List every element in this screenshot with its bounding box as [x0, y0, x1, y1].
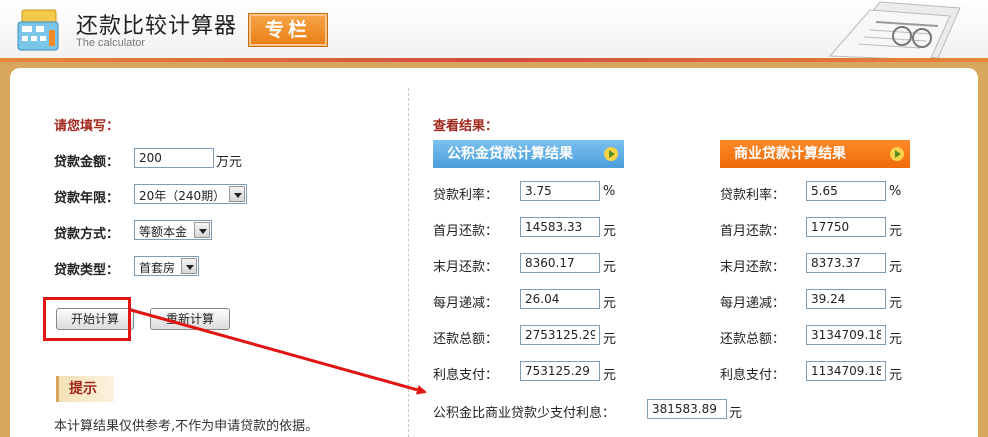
- chevron-down-icon[interactable]: [229, 186, 245, 202]
- gjj-row-unit: 元: [603, 332, 617, 347]
- gjj-row-label: 末月还款：: [433, 260, 499, 275]
- chevron-down-icon[interactable]: [181, 258, 197, 274]
- sy-row-label: 首月还款：: [720, 224, 786, 239]
- gjj-row-value[interactable]: [520, 361, 600, 381]
- compare-label: 公积金比商业贷款少支付利息：: [433, 406, 616, 421]
- newspaper-icon: [828, 1, 961, 60]
- column-badge[interactable]: 专栏: [248, 13, 328, 47]
- sy-row-unit: 元: [889, 368, 903, 383]
- sy-result-title: 商业贷款计算结果: [734, 146, 846, 162]
- gjj-row-value[interactable]: [520, 289, 600, 309]
- gjj-row-unit: %: [603, 184, 616, 199]
- sy-row-unit: 元: [889, 224, 903, 239]
- results-section-title: 查看结果：: [433, 119, 499, 134]
- calculator-icon: [17, 9, 59, 51]
- chevron-down-icon[interactable]: [194, 222, 210, 238]
- sy-row-unit: %: [889, 184, 902, 199]
- gjj-row-label: 每月递减：: [433, 296, 499, 311]
- arrow-right-icon: [890, 147, 904, 161]
- reset-button[interactable]: 重新计算: [150, 308, 230, 330]
- gjj-row-unit: 元: [603, 260, 617, 275]
- years-label: 贷款年限：: [54, 191, 120, 206]
- sy-row-label: 还款总额：: [720, 332, 786, 347]
- type-select-value: 首套房: [139, 261, 176, 275]
- method-select[interactable]: 等额本金: [134, 220, 212, 240]
- sy-row-value[interactable]: [806, 253, 886, 273]
- hint-tag: 提示: [56, 376, 114, 402]
- gjj-row-value[interactable]: [520, 181, 600, 201]
- gjj-row-label: 首月还款：: [433, 224, 499, 239]
- amount-label: 贷款金额：: [54, 155, 120, 170]
- gjj-row-label: 还款总额：: [433, 332, 499, 347]
- sy-row-value[interactable]: [806, 361, 886, 381]
- type-select[interactable]: 首套房: [134, 256, 199, 276]
- sy-result-header: 商业贷款计算结果: [720, 140, 910, 168]
- method-select-value: 等额本金: [139, 225, 188, 239]
- gjj-row-unit: 元: [603, 368, 617, 383]
- sy-row-label: 贷款利率：: [720, 188, 786, 203]
- gjj-row-label: 贷款利率：: [433, 188, 499, 203]
- highlight-box: [43, 297, 131, 341]
- page-subtitle: The calculator: [76, 37, 146, 49]
- sy-row-unit: 元: [889, 332, 903, 347]
- sy-row-label: 利息支付：: [720, 368, 786, 383]
- gjj-result-header: 公积金贷款计算结果: [433, 140, 624, 168]
- sy-row-label: 每月递减：: [720, 296, 786, 311]
- years-select[interactable]: 20年（240期）: [134, 184, 247, 204]
- method-label: 贷款方式：: [54, 227, 120, 242]
- gjj-row-value[interactable]: [520, 217, 600, 237]
- sy-row-value[interactable]: [806, 289, 886, 309]
- years-select-value: 20年（240期）: [139, 189, 226, 203]
- sy-row-value[interactable]: [806, 325, 886, 345]
- gjj-row-value[interactable]: [520, 325, 600, 345]
- gjj-row-value[interactable]: [520, 253, 600, 273]
- sy-row-unit: 元: [889, 296, 903, 311]
- compare-unit: 元: [729, 406, 743, 421]
- sy-row-label: 末月还款：: [720, 260, 786, 275]
- sy-row-unit: 元: [889, 260, 903, 275]
- form-section-title: 请您填写：: [54, 119, 120, 134]
- column-divider: [408, 88, 409, 437]
- compare-value-field[interactable]: [647, 399, 727, 419]
- page-title: 还款比较计算器: [76, 14, 238, 39]
- gjj-row-label: 利息支付：: [433, 368, 499, 383]
- gjj-row-unit: 元: [603, 296, 617, 311]
- sy-row-value[interactable]: [806, 217, 886, 237]
- gjj-result-title: 公积金贷款计算结果: [447, 146, 573, 162]
- type-label: 贷款类型：: [54, 263, 120, 278]
- hint-text: 本计算结果仅供参考,不作为申请贷款的依据。: [54, 419, 319, 434]
- app-header: 还款比较计算器 The calculator 专栏: [0, 0, 988, 60]
- amount-unit: 万元: [216, 155, 243, 170]
- gjj-row-unit: 元: [603, 224, 617, 239]
- sy-row-value[interactable]: [806, 181, 886, 201]
- amount-input[interactable]: [134, 148, 214, 168]
- arrow-right-icon: [604, 147, 618, 161]
